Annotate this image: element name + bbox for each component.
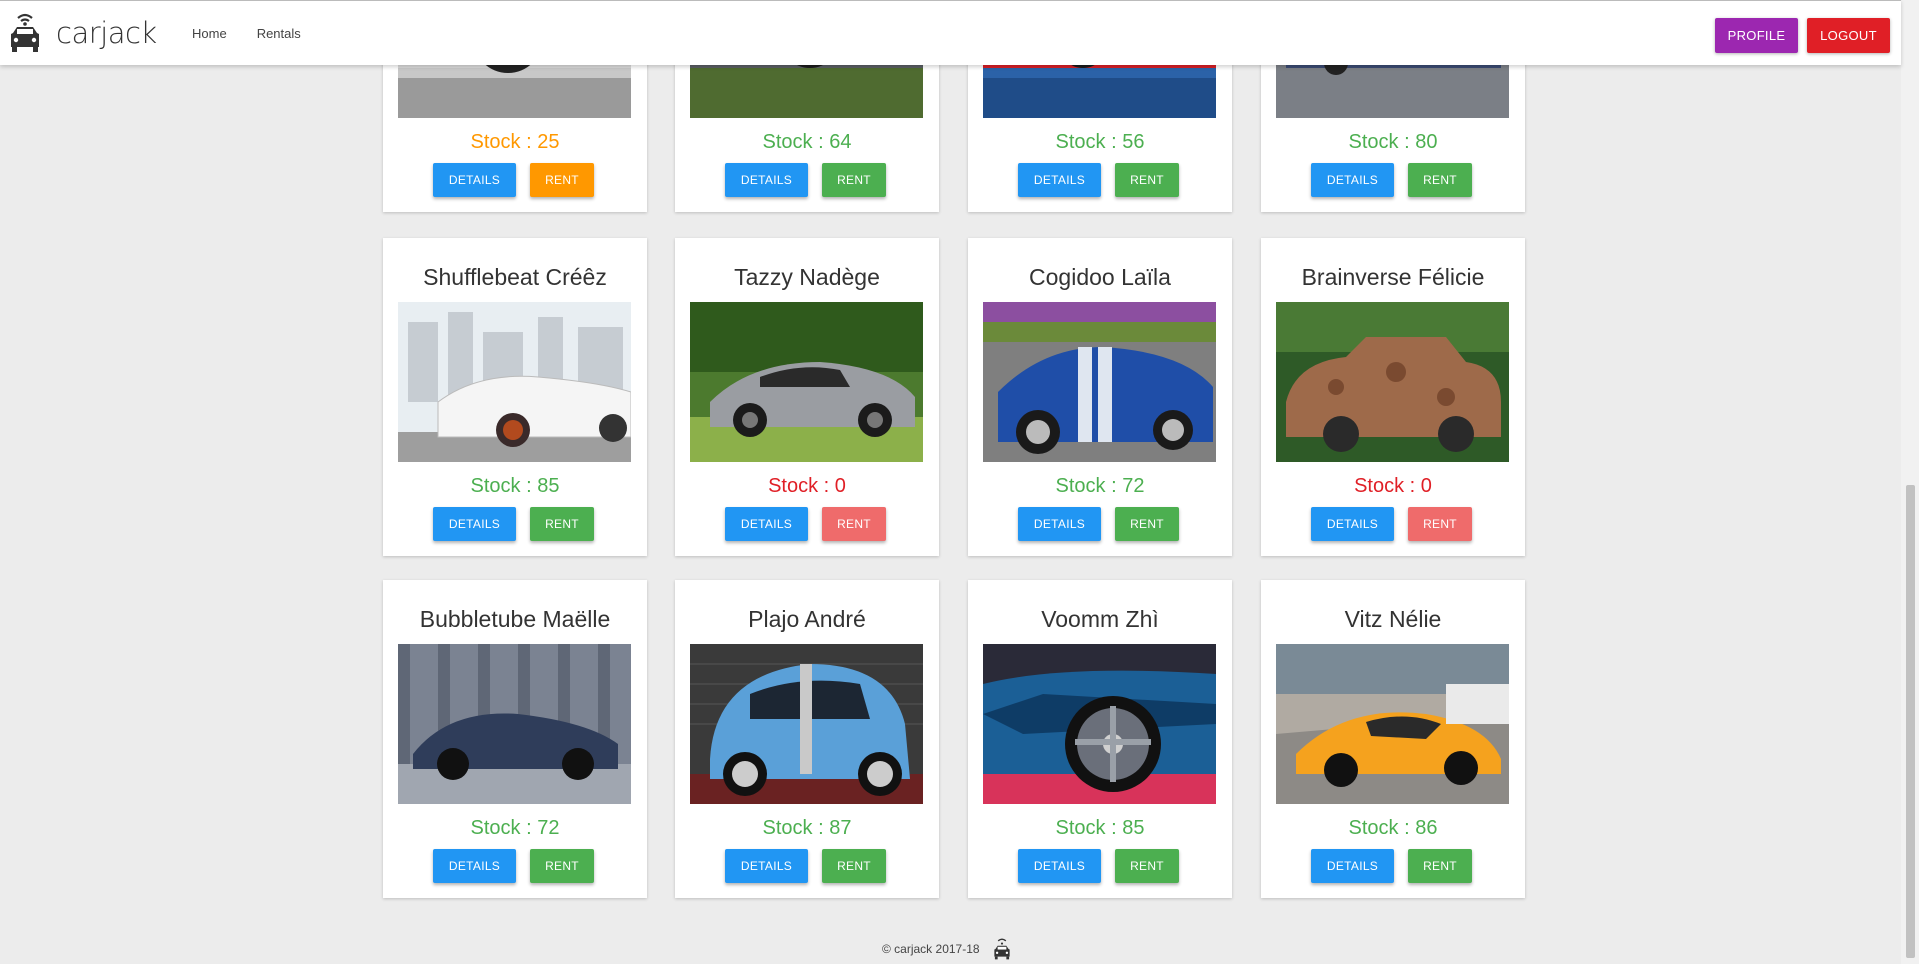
car-card: Plajo André Stock : 87 DETAILS RENT: [675, 580, 939, 898]
car-image: [690, 302, 923, 462]
details-button[interactable]: DETAILS: [433, 163, 516, 197]
details-button[interactable]: DETAILS: [433, 849, 516, 883]
car-name: Bubbletube Maëlle: [419, 606, 611, 632]
rent-button[interactable]: RENT: [530, 507, 594, 541]
stock-count: Stock : 72: [470, 817, 560, 839]
rent-button[interactable]: RENT: [1115, 507, 1179, 541]
nav-home[interactable]: Home: [192, 26, 227, 41]
details-button[interactable]: DETAILS: [1018, 849, 1101, 883]
footer: © carjack 2017-18: [882, 937, 1012, 961]
car-image: [983, 644, 1216, 804]
car-card: Cogidoo Laïla Stock : 72 DETAILS RENT: [968, 238, 1232, 556]
rent-button[interactable]: RENT: [1408, 507, 1472, 541]
details-button[interactable]: DETAILS: [1018, 163, 1101, 197]
stock-count: Stock : 85: [1055, 817, 1145, 839]
details-button[interactable]: DETAILS: [1311, 507, 1394, 541]
logout-button[interactable]: LOGOUT: [1807, 18, 1890, 53]
page-scrollbar[interactable]: [1901, 0, 1919, 964]
car-taxi-icon: [993, 938, 1010, 960]
car-card: Bubbletube Maëlle Stock : 72 DETAILS RENT: [383, 580, 647, 898]
stock-count: Stock : 80: [1348, 131, 1438, 153]
car-name: Vitz Nélie: [1344, 606, 1442, 632]
nav-rentals[interactable]: Rentals: [257, 26, 301, 41]
car-card: Tazzy Nadège Stock : 0 DETAILS RENT: [675, 238, 939, 556]
main-nav: Home Rentals: [192, 26, 301, 41]
stock-count: Stock : 25: [470, 131, 560, 153]
car-taxi-icon: [11, 13, 39, 52]
car-card: Vitz Nélie Stock : 86 DETAILS RENT: [1261, 580, 1525, 898]
brand-name: carjack: [56, 16, 157, 50]
rent-button[interactable]: RENT: [822, 849, 886, 883]
details-button[interactable]: DETAILS: [1311, 163, 1394, 197]
car-image: [398, 644, 631, 804]
car-card: Brainverse Félicie Stock : 0 DETAILS RENT: [1261, 238, 1525, 556]
footer-copyright: © carjack 2017-18: [882, 942, 980, 956]
details-button[interactable]: DETAILS: [1311, 849, 1394, 883]
stock-count: Stock : 0: [768, 475, 846, 497]
stock-count: Stock : 0: [1354, 475, 1432, 497]
details-button[interactable]: DETAILS: [725, 507, 808, 541]
details-button[interactable]: DETAILS: [1018, 507, 1101, 541]
car-name: Cogidoo Laïla: [1029, 264, 1171, 290]
rent-button[interactable]: RENT: [1408, 849, 1472, 883]
rent-button[interactable]: RENT: [1115, 163, 1179, 197]
car-image: [398, 302, 631, 462]
car-image: [690, 644, 923, 804]
details-button[interactable]: DETAILS: [433, 507, 516, 541]
rent-button[interactable]: RENT: [530, 849, 594, 883]
rent-button[interactable]: RENT: [1115, 849, 1179, 883]
car-image: [1276, 302, 1509, 462]
scrollbar-thumb[interactable]: [1906, 485, 1915, 958]
car-name: Brainverse Félicie: [1301, 264, 1485, 290]
stock-count: Stock : 86: [1348, 817, 1438, 839]
details-button[interactable]: DETAILS: [725, 163, 808, 197]
stock-count: Stock : 64: [762, 131, 852, 153]
rent-button[interactable]: RENT: [822, 507, 886, 541]
stock-count: Stock : 72: [1055, 475, 1145, 497]
car-name: Shufflebeat Créêz: [423, 264, 607, 290]
car-name: Tazzy Nadège: [734, 264, 880, 290]
car-image: [1276, 644, 1509, 804]
stock-count: Stock : 87: [762, 817, 852, 839]
brand-logo[interactable]: carjack: [8, 11, 157, 55]
car-image: [983, 302, 1216, 462]
car-name: Voomm Zhì: [1041, 606, 1159, 632]
rent-button[interactable]: RENT: [1408, 163, 1472, 197]
rent-button[interactable]: RENT: [530, 163, 594, 197]
stock-count: Stock : 56: [1055, 131, 1145, 153]
top-navbar: carjack Home Rentals PROFILE LOGOUT: [0, 0, 1901, 65]
car-name: Plajo André: [748, 606, 866, 632]
profile-button[interactable]: PROFILE: [1715, 18, 1798, 53]
details-button[interactable]: DETAILS: [725, 849, 808, 883]
car-card: Voomm Zhì Stock : 85 DETAILS RENT: [968, 580, 1232, 898]
rent-button[interactable]: RENT: [822, 163, 886, 197]
car-card: Shufflebeat Créêz Stock : 85 DETAILS RENT: [383, 238, 647, 556]
stock-count: Stock : 85: [470, 475, 560, 497]
